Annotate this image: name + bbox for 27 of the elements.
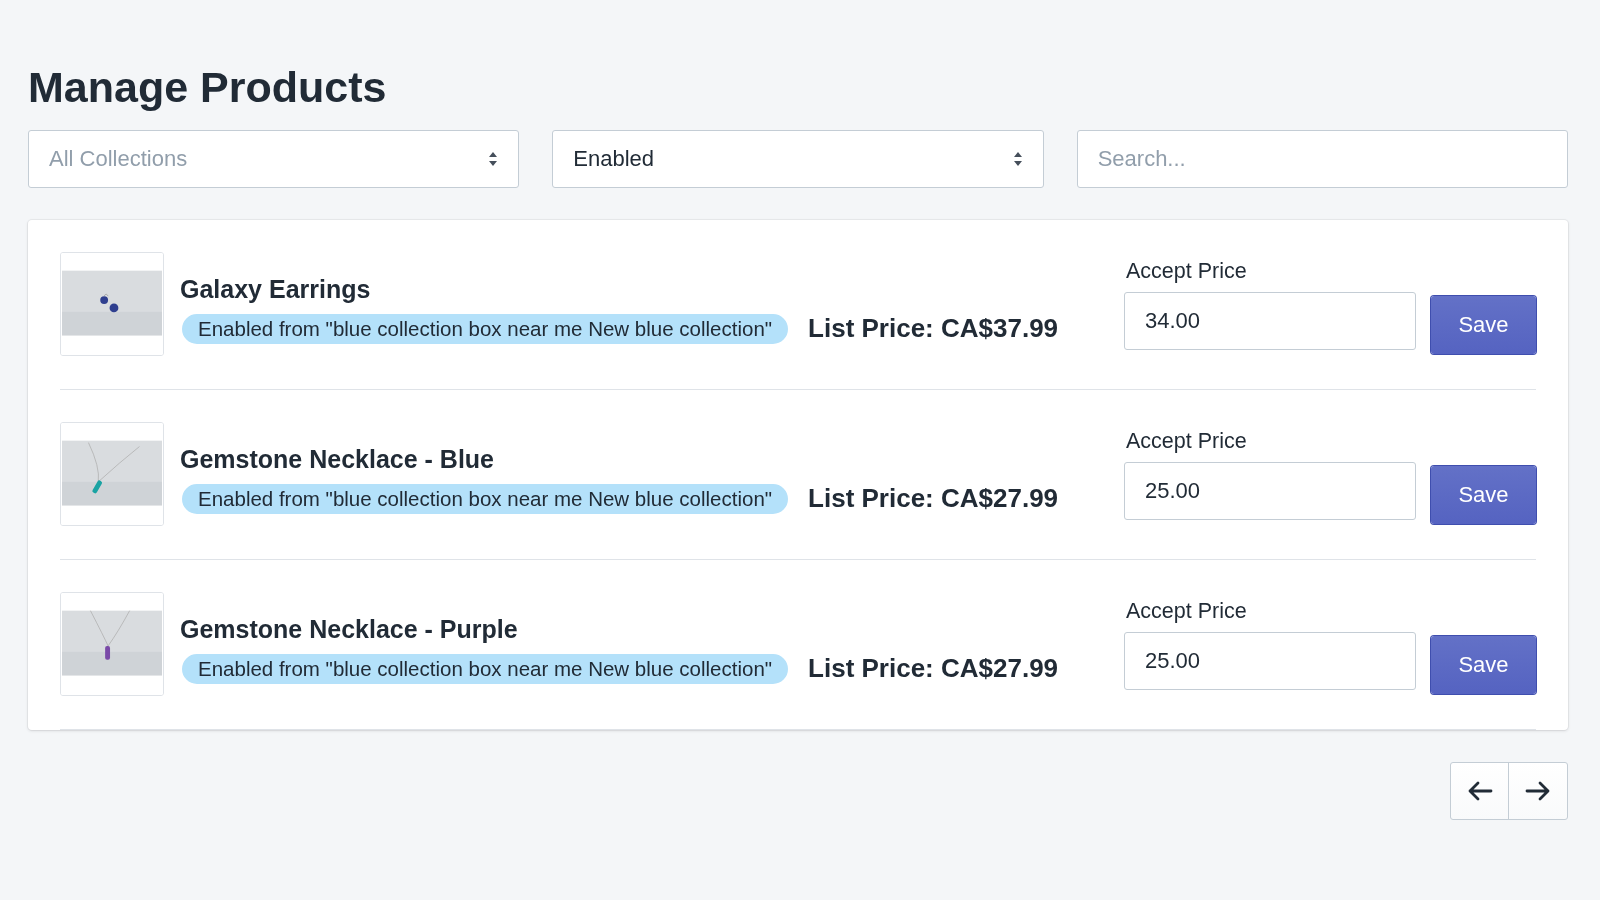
list-price: List Price: CA$27.99 (808, 653, 1059, 684)
list-price: List Price: CA$27.99 (808, 483, 1059, 514)
save-button[interactable]: Save (1431, 466, 1536, 524)
price-input[interactable]: 25.00 (1124, 631, 1416, 690)
collection-badge: Enabled from "blue collection box near me New blue collection" (180, 481, 791, 516)
product-name: Galaxy Earrings (180, 274, 372, 304)
right-arrow-icon (1525, 780, 1551, 802)
previous-page-button[interactable] (1449, 762, 1510, 820)
product-name: Gemstone Necklace - Purple (180, 614, 519, 644)
collection-badge: Enabled from "blue collection box near me New blue collection" (180, 651, 791, 686)
next-page-button[interactable] (1508, 762, 1568, 820)
field-label: Accept Price (1125, 598, 1248, 624)
page-title: Manage Products (28, 62, 388, 113)
left-arrow-icon (1466, 780, 1493, 802)
list-price: List Price: CA$37.99 (808, 313, 1059, 344)
save-button[interactable]: Save (1431, 636, 1536, 694)
field-label: Accept Price (1125, 428, 1248, 454)
select-caret-icon (488, 150, 499, 168)
select-field[interactable]: Enabled (552, 130, 1044, 188)
collection-badge: Enabled from "blue collection box near me New blue collection" (180, 311, 791, 346)
product-name: Gemstone Necklace - Blue (180, 444, 495, 474)
price-input[interactable]: 34.00 (1124, 291, 1416, 350)
field-label: Accept Price (1125, 258, 1248, 284)
price-input[interactable]: 25.00 (1124, 461, 1416, 520)
save-button[interactable]: Save (1431, 296, 1536, 354)
search-field[interactable]: Search... (1076, 130, 1568, 188)
select-caret-icon (1012, 150, 1023, 168)
